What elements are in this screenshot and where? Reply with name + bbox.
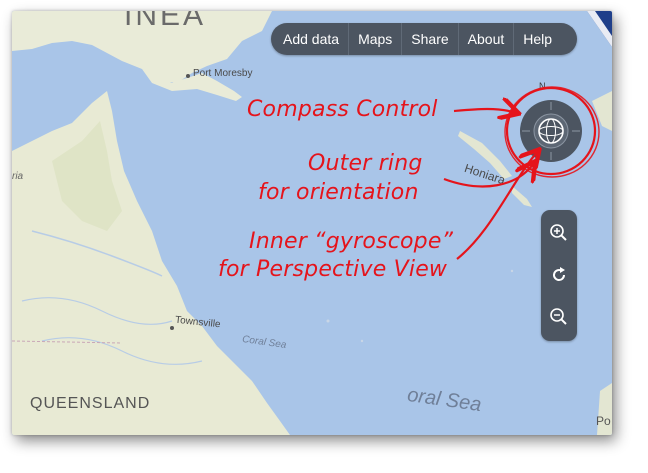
zoom-panel	[541, 210, 577, 341]
annotation-outer-ring: Outer ring	[308, 151, 423, 176]
compass-control[interactable]	[518, 98, 584, 164]
region-label: INEA	[124, 11, 207, 32]
zoom-in-icon	[550, 224, 567, 241]
gyroscope-icon[interactable]	[538, 118, 564, 144]
maps-button[interactable]: Maps	[348, 23, 401, 55]
zoom-out-button[interactable]	[541, 299, 577, 335]
map-view[interactable]: INEA Port Moresby Honiara Townsville Cor…	[12, 11, 612, 435]
city-label-port-moresby: Port Moresby	[193, 68, 253, 79]
corner-wedge	[587, 11, 612, 47]
about-button[interactable]: About	[457, 23, 514, 55]
edge-label-right: Po	[596, 414, 611, 428]
help-button[interactable]: Help	[513, 23, 561, 55]
city-marker	[170, 326, 174, 330]
edge-label-left: ria	[12, 171, 24, 182]
annotation-perspective-view: for Perspective View	[218, 257, 448, 282]
zoom-in-button[interactable]	[541, 215, 577, 251]
state-label: QUEENSLAND	[30, 395, 151, 412]
annotation-compass-control: Compass Control	[247, 97, 438, 122]
refresh-icon	[553, 267, 566, 281]
annotation-gyroscope: Inner “gyroscope”	[249, 229, 454, 254]
city-marker	[186, 74, 190, 78]
zoom-out-icon	[550, 308, 567, 325]
north-marker: N	[539, 81, 546, 91]
reset-view-button[interactable]	[541, 257, 577, 293]
annotation-orientation: for orientation	[258, 180, 419, 205]
main-toolbar: Add data Maps Share About Help	[271, 23, 577, 55]
add-data-button[interactable]: Add data	[271, 23, 348, 55]
share-button[interactable]: Share	[401, 23, 457, 55]
map-canvas[interactable]	[12, 11, 612, 435]
